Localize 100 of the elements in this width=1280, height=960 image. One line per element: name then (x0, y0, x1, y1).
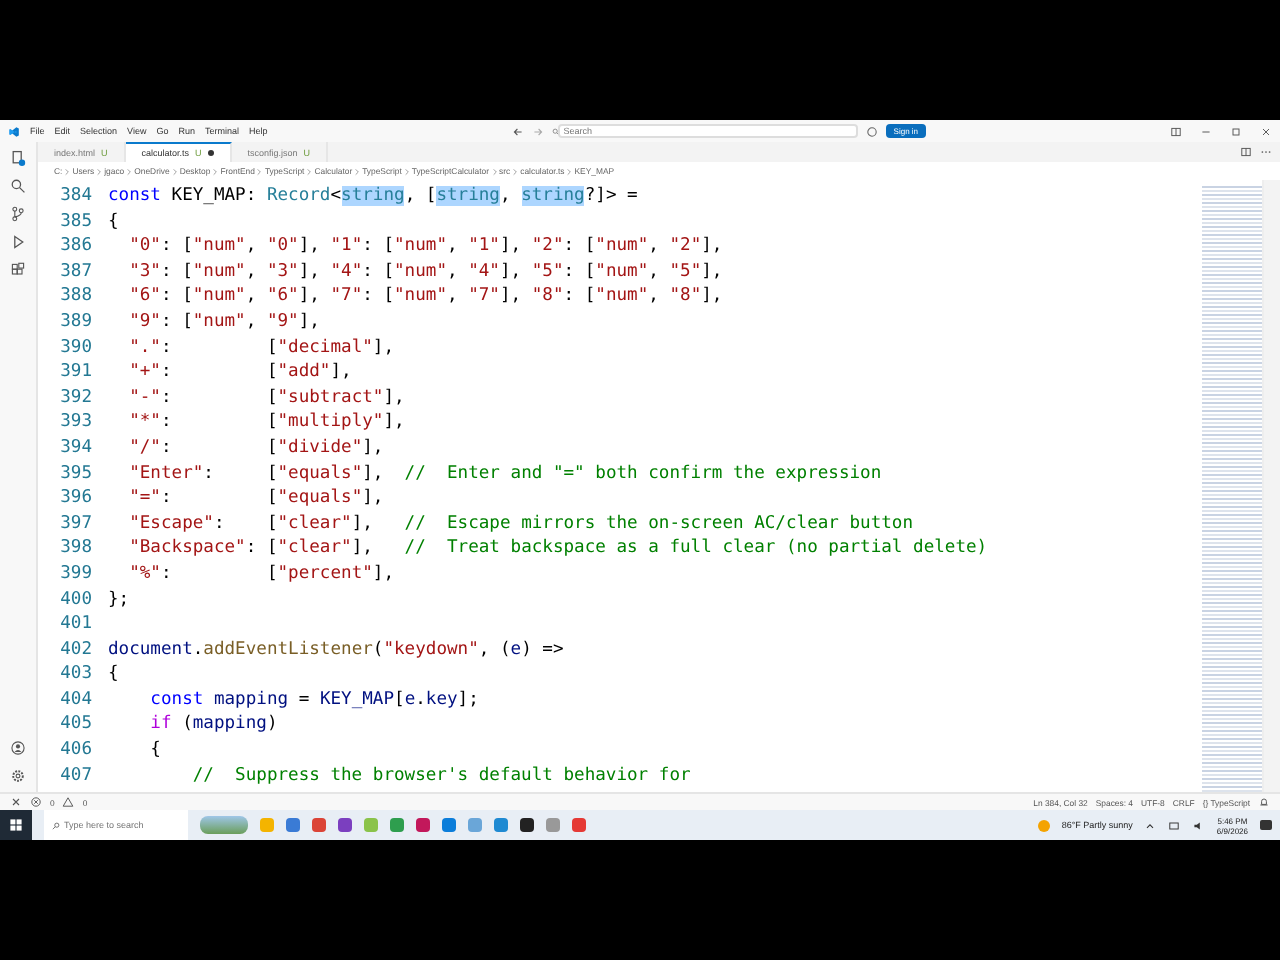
volume-icon[interactable] (1192, 819, 1205, 831)
code-string: "." (127, 337, 161, 358)
code-string: "7" (468, 286, 500, 307)
code-string: "1" (468, 236, 500, 257)
code-text: : [ (160, 362, 278, 383)
line-number: 398 (58, 536, 94, 562)
line-number: 402 (58, 637, 94, 663)
code-text: : [ (362, 286, 395, 307)
search-icon[interactable] (8, 176, 28, 196)
code-string: "num" (192, 236, 246, 257)
code-text: ], (499, 261, 524, 282)
code-text: ], (298, 311, 320, 332)
back-arrow-icon[interactable] (511, 125, 524, 137)
code-text: , (447, 261, 460, 282)
code-comment: // Enter and "=" both confirm the expression (402, 463, 882, 484)
code-string: "9" (266, 311, 299, 332)
code-text: ], (383, 412, 405, 433)
code-text: , (245, 286, 259, 307)
code-text: , (245, 261, 259, 282)
notification-icon[interactable] (1260, 820, 1272, 830)
maximize-icon[interactable] (1230, 125, 1242, 137)
code-text: , (447, 286, 460, 307)
caret-up-icon[interactable] (1144, 819, 1157, 831)
line-number: 389 (58, 309, 94, 336)
code-text: , (245, 311, 259, 332)
code-string: "num" (192, 261, 246, 282)
error-icon (30, 796, 42, 808)
code-string: "%" (127, 563, 161, 584)
code-string: "num" (192, 286, 246, 307)
code-string: "num" (394, 261, 447, 282)
code-text: : [ (160, 563, 278, 584)
code-string: "equals" (277, 488, 363, 509)
code-string: "divide" (277, 437, 363, 458)
code-text: ], (383, 387, 405, 408)
code-string: "Backspace" (127, 538, 246, 559)
code-keyword: const (108, 186, 161, 206)
code-text: ( (180, 714, 193, 735)
code-string: "5" (669, 261, 702, 282)
code-string: "6" (127, 286, 161, 307)
code-text: KEY_MAP: (169, 186, 259, 206)
line-number: 387 (58, 259, 94, 285)
code-text: < (330, 186, 342, 206)
code-text: ], (701, 236, 723, 257)
line-number: 386 (58, 234, 94, 260)
line-number: 393 (58, 410, 94, 436)
line-number: 397 (58, 511, 94, 537)
close-icon[interactable] (1260, 125, 1272, 137)
chevron-icon (171, 167, 178, 175)
code-text: ( (372, 639, 384, 660)
chevron-icon (512, 167, 519, 175)
code-comment: // Escape mirrors the on-screen AC/clear button (402, 513, 914, 534)
code-text: , (499, 186, 513, 206)
branch-icon[interactable] (8, 204, 28, 224)
code-text: . (415, 689, 426, 710)
code-text: : [ (160, 311, 193, 332)
start-icon[interactable] (0, 810, 32, 840)
code-text: : [ (563, 286, 596, 307)
code-text: : [ (160, 488, 278, 509)
code-variable: mapping (192, 714, 267, 735)
code-text: , (648, 261, 661, 282)
code-string: "num" (595, 286, 649, 307)
code-string: "=" (127, 488, 161, 509)
line-number: 385 (58, 209, 94, 235)
scrollbar[interactable] (1262, 180, 1280, 792)
code-string: "4" (330, 261, 363, 282)
code-variable: mapping (211, 689, 289, 710)
landscape-picture (200, 816, 248, 834)
code-keyword: const (148, 689, 204, 710)
settings-icon[interactable] (8, 766, 28, 786)
code-string: "3" (266, 261, 299, 282)
code-text: : [ (245, 538, 278, 559)
code-string: "keydown" (383, 639, 479, 660)
code-string: "/" (127, 437, 161, 458)
code-text: : [ (563, 261, 596, 282)
chevron-icon (306, 167, 313, 175)
code-text: ]; (457, 689, 479, 710)
code-string: "*" (127, 412, 161, 433)
app-logo-icon (8, 125, 20, 137)
extensions-icon[interactable] (8, 260, 28, 280)
code-string: "7" (330, 286, 363, 307)
chevron-icon (403, 167, 410, 175)
files-icon[interactable] (8, 148, 28, 168)
split-editor-icon[interactable] (1240, 146, 1252, 158)
code-string: "num" (595, 261, 649, 282)
code-string: "multiply" (277, 412, 384, 433)
chevron-icon (491, 167, 498, 175)
run-debug-icon[interactable] (8, 232, 28, 252)
code-text: ], (351, 513, 373, 534)
code-string: "0" (266, 236, 299, 257)
bell-icon[interactable] (1258, 796, 1270, 808)
code-text: . (192, 639, 204, 660)
account-icon[interactable] (8, 738, 28, 758)
chevron-icon (256, 167, 263, 175)
code-string: "8" (669, 286, 702, 307)
code-variable: key (425, 689, 458, 710)
layout-icon[interactable] (1170, 125, 1182, 137)
code-text: ) => (521, 639, 564, 660)
code-text: : [ (160, 412, 278, 433)
code-string: "clear" (277, 538, 352, 559)
chevron-icon (126, 167, 133, 175)
